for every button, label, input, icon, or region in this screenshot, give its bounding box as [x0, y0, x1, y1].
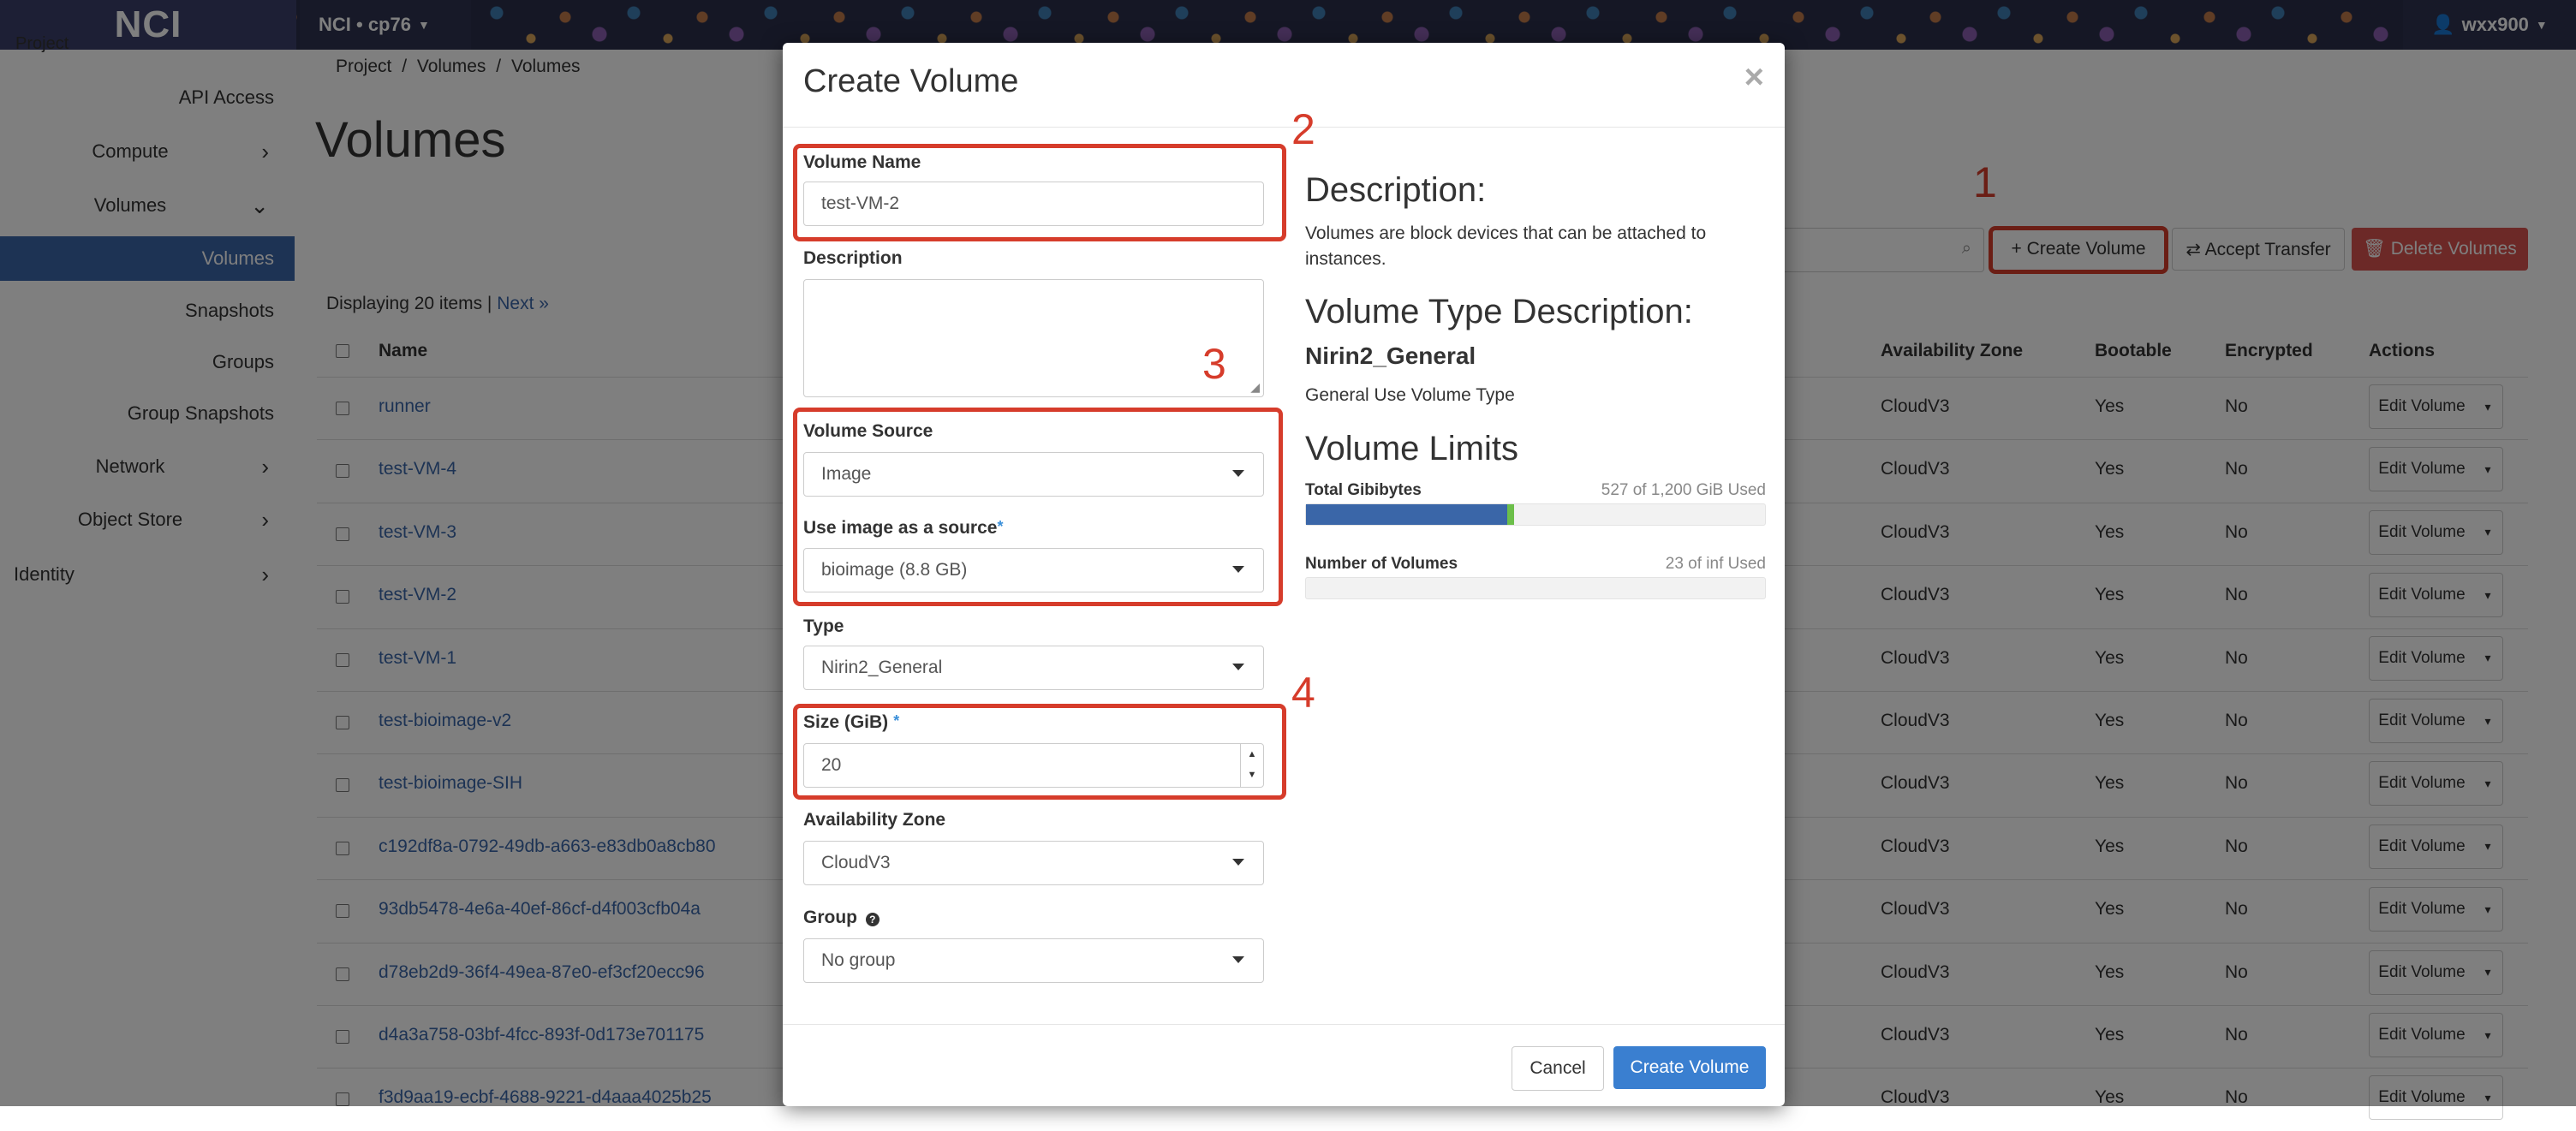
volume-type-text: General Use Volume Type: [1305, 385, 1515, 405]
caret-down-icon: [1232, 664, 1244, 670]
modal-header-divider: [783, 127, 1785, 128]
annotation-number-4: 4: [1291, 669, 1315, 717]
zone-select[interactable]: CloudV3: [803, 841, 1264, 885]
gibibytes-progress-fill: [1306, 504, 1507, 525]
create-volume-submit-button[interactable]: Create Volume: [1613, 1046, 1766, 1089]
annotation-box-3: [793, 408, 1283, 606]
modal-footer-divider: [783, 1024, 1785, 1025]
close-icon[interactable]: ×: [1744, 58, 1764, 97]
volume-type-description-heading: Volume Type Description:: [1305, 293, 1693, 330]
group-label-text: Group: [803, 908, 857, 927]
description-textarea[interactable]: ◢: [803, 279, 1264, 397]
zone-label: Availability Zone: [803, 810, 946, 830]
help-icon[interactable]: ?: [865, 913, 880, 926]
cancel-button[interactable]: Cancel: [1512, 1046, 1604, 1091]
resize-handle-icon[interactable]: ◢: [1250, 380, 1260, 395]
group-select[interactable]: No group: [803, 938, 1264, 983]
annotation-box-4: [793, 704, 1286, 800]
volume-type-name: Nirin2_General: [1305, 342, 1476, 369]
number-of-volumes-used: 23 of inf Used: [1665, 555, 1766, 573]
create-volume-modal: Create Volume × Volume Name test-VM-2 De…: [783, 43, 1785, 1106]
volume-limits-heading: Volume Limits: [1305, 430, 1518, 467]
gibibytes-progress-new: [1507, 504, 1514, 525]
modal-title: Create Volume: [803, 63, 1019, 99]
caret-down-icon: [1232, 956, 1244, 963]
zone-value: CloudV3: [821, 853, 891, 872]
group-value: No group: [821, 950, 896, 970]
gibibytes-progress-bar: [1305, 503, 1766, 526]
caret-down-icon: [1232, 859, 1244, 866]
description-text: Volumes are block devices that can be at…: [1305, 223, 1707, 269]
type-label: Type: [803, 616, 844, 636]
annotation-number-3: 3: [1202, 340, 1226, 388]
annotation-box-2: [793, 144, 1286, 241]
type-select[interactable]: Nirin2_General: [803, 646, 1264, 690]
type-value: Nirin2_General: [821, 658, 943, 677]
description-label: Description: [803, 248, 903, 268]
annotation-number-2: 2: [1291, 105, 1315, 153]
volumes-progress-bar: [1305, 577, 1766, 599]
group-label: Group ?: [803, 908, 880, 928]
total-gibibytes-used: 527 of 1,200 GiB Used: [1601, 481, 1766, 499]
description-heading: Description:: [1305, 171, 1487, 209]
